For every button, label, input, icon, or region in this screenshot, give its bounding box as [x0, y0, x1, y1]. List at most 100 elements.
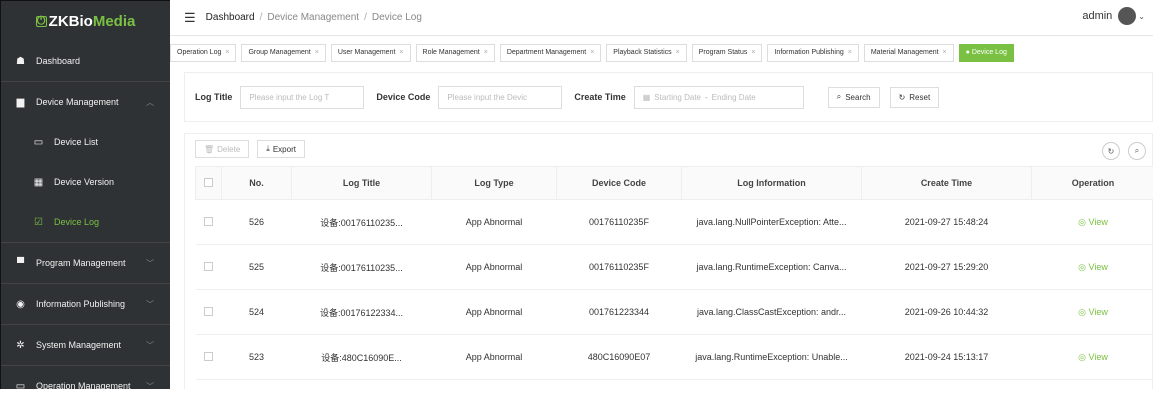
cell-info: java.lang.ClassCastException: andr...	[682, 290, 862, 335]
row-checkbox[interactable]	[196, 245, 222, 290]
tab-label: Program Status	[699, 49, 748, 56]
cell-time: 2021-09-26 10:44:32	[862, 290, 1032, 335]
breadcrumb-separator: /	[260, 12, 263, 23]
device-log-table: No. Log Title Log Type Device Code Log I…	[195, 166, 1153, 380]
sidebar-item-label: Device Log	[54, 217, 99, 227]
close-icon[interactable]: ×	[943, 49, 947, 56]
device-code-input[interactable]: Please input the Devic	[438, 86, 562, 109]
search-panel: Log Title Please input the Log T Device …	[184, 72, 1153, 122]
sidebar-item-device-version[interactable]: ▦Device Version	[1, 162, 170, 202]
tab-role-management[interactable]: Role Management×	[416, 44, 495, 62]
tab-department-management[interactable]: Department Management×	[500, 44, 601, 62]
end-date-placeholder[interactable]: Ending Date	[712, 93, 756, 102]
sidebar: ⏻ ZKBioMedia ☗Dashboard▆Device Managemen…	[0, 0, 170, 389]
view-link-label: View	[1089, 307, 1108, 317]
tab-playback-statistics[interactable]: Playback Statistics×	[606, 44, 686, 62]
export-button[interactable]: ⤓ Export	[257, 140, 305, 158]
close-icon[interactable]: ×	[848, 49, 852, 56]
export-button-label: Export	[273, 145, 296, 154]
row-checkbox[interactable]	[196, 335, 222, 380]
column-header-log-type[interactable]: Log Type	[432, 167, 557, 200]
column-header-operation: Operation	[1032, 167, 1153, 200]
menu-toggle-icon[interactable]: ☰	[184, 10, 196, 26]
table-row[interactable]: 526设备:00176110235...App Abnormal00176110…	[196, 200, 1153, 245]
reset-button-label: Reset	[909, 93, 930, 102]
sidebar-item-device-log[interactable]: ☑Device Log	[1, 202, 170, 242]
sidebar-item-program-management[interactable]: ▀Program Management﹀	[1, 243, 170, 283]
date-range-picker[interactable]: ▦ Starting Date - Ending Date	[634, 86, 804, 109]
view-link[interactable]: ◎ View	[1032, 335, 1153, 380]
column-header-no[interactable]: No.	[222, 167, 292, 200]
close-icon[interactable]: ×	[751, 49, 755, 56]
tab-user-management[interactable]: User Management×	[331, 44, 411, 62]
chevron-down-icon: ﹀	[146, 258, 154, 269]
top-bar: ☰ Dashboard / Device Management / Device…	[170, 0, 1153, 36]
cell-no: 524	[222, 290, 292, 335]
cell-type: App Abnormal	[432, 290, 557, 335]
tab-program-status[interactable]: Program Status×	[692, 44, 763, 62]
cell-title: 设备:480C16090E...	[292, 335, 432, 380]
start-date-placeholder[interactable]: Starting Date	[654, 93, 701, 102]
sidebar-item-device-list[interactable]: ▭Device List	[1, 122, 170, 162]
cell-code: 00176110235F	[557, 200, 682, 245]
view-link[interactable]: ◎ View	[1032, 245, 1153, 290]
tab-group-management[interactable]: Group Management×	[241, 44, 325, 62]
eye-icon: ◎	[1078, 307, 1088, 317]
tab-label: Device Log	[972, 49, 1007, 56]
username: admin	[1082, 10, 1112, 22]
close-icon[interactable]: ×	[590, 49, 594, 56]
tab-material-management[interactable]: Material Management ×	[864, 44, 954, 62]
row-checkbox[interactable]	[196, 200, 222, 245]
tab-operation-log[interactable]: Operation Log×	[170, 44, 236, 62]
tab-label: Material Management	[871, 49, 939, 56]
view-link[interactable]: ◎ View	[1032, 290, 1153, 335]
user-menu[interactable]: admin ⌄	[1082, 7, 1145, 25]
tab-label: User Management	[338, 49, 396, 56]
delete-button[interactable]: 🗑 Delete	[195, 140, 249, 158]
sidebar-item-operation-management[interactable]: ▭Operation Management﹀	[1, 366, 170, 406]
table-panel: 🗑 Delete ⤓ Export ↻ ⌕ No. Log Title Log …	[184, 133, 1153, 389]
sidebar-item-information-publishing[interactable]: ◉Information Publishing﹀	[1, 284, 170, 324]
select-all-checkbox[interactable]	[196, 167, 222, 200]
eye-icon: ◎	[1078, 352, 1088, 362]
breadcrumb-dashboard[interactable]: Dashboard	[206, 12, 255, 23]
close-icon[interactable]: ×	[676, 49, 680, 56]
breadcrumb-device-management[interactable]: Device Management	[267, 12, 359, 23]
row-checkbox[interactable]	[196, 290, 222, 335]
avatar-icon[interactable]	[1118, 7, 1136, 25]
tab-device-log[interactable]: ● Device Log	[959, 44, 1014, 62]
cell-type: App Abnormal	[432, 335, 557, 380]
reset-button[interactable]: ↻ Reset	[890, 87, 940, 108]
tab-information-publishing[interactable]: Information Publishing×	[767, 44, 858, 62]
sidebar-item-label: Device List	[54, 137, 98, 147]
sidebar-item-label: Dashboard	[36, 56, 80, 66]
cell-time: 2021-09-27 15:48:24	[862, 200, 1032, 245]
close-icon[interactable]: ×	[399, 49, 403, 56]
column-header-create-time[interactable]: Create Time	[862, 167, 1032, 200]
sidebar-item-device-management[interactable]: ▆Device Management︿	[1, 82, 170, 122]
table-row[interactable]: 525设备:00176110235...App Abnormal00176110…	[196, 245, 1153, 290]
calendar-icon: ▦	[643, 93, 651, 102]
column-header-log-title[interactable]: Log Title	[292, 167, 432, 200]
search-toggle-icon[interactable]: ⌕	[1128, 142, 1146, 160]
column-header-device-code[interactable]: Device Code	[557, 167, 682, 200]
table-row[interactable]: 523设备:480C16090E...App Abnormal480C16090…	[196, 335, 1153, 380]
monitor-icon: ▭	[15, 381, 26, 392]
table-row[interactable]: 524设备:00176122334...App Abnormal00176122…	[196, 290, 1153, 335]
close-icon[interactable]: ×	[225, 49, 229, 56]
view-link-label: View	[1089, 352, 1108, 362]
close-icon[interactable]: ×	[484, 49, 488, 56]
refresh-icon[interactable]: ↻	[1102, 142, 1120, 160]
app-logo[interactable]: ⏻ ZKBioMedia	[1, 1, 170, 41]
sidebar-item-system-management[interactable]: ✲System Management﹀	[1, 325, 170, 365]
log-title-input[interactable]: Please input the Log T	[240, 86, 364, 109]
view-link-label: View	[1089, 217, 1108, 227]
breadcrumb-device-log: Device Log	[372, 12, 422, 23]
close-icon[interactable]: ×	[315, 49, 319, 56]
search-button[interactable]: ⌕ Search	[828, 87, 880, 108]
column-header-log-information[interactable]: Log Information	[682, 167, 862, 200]
publish-icon: ◉	[15, 299, 26, 310]
sidebar-item-dashboard[interactable]: ☗Dashboard	[1, 41, 170, 81]
date-range-separator: -	[705, 93, 708, 102]
view-link[interactable]: ◎ View	[1032, 200, 1153, 245]
